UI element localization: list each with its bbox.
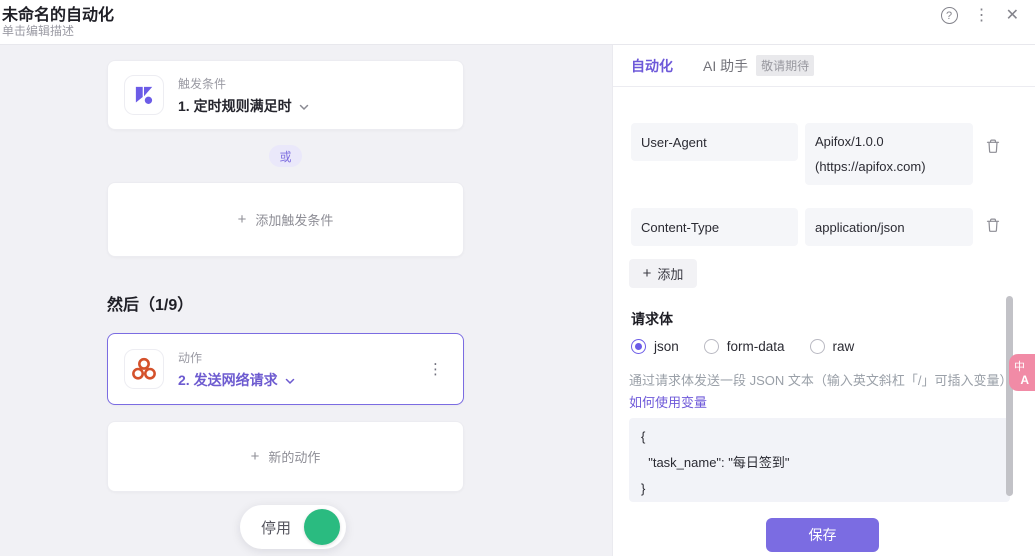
toggle-label: 停用 [261, 517, 291, 538]
code-line: } [641, 476, 998, 502]
more-menu-icon[interactable]: ⋮ [974, 7, 990, 24]
request-body-title: 请求体 [631, 309, 673, 329]
then-heading: 然后（1/9） [107, 291, 193, 315]
window-header-actions: ? ⋮ ✕ [941, 7, 1019, 24]
code-line: "task_name": "每日签到" [641, 450, 998, 476]
tab-ai-assistant-label: AI 助手 [703, 56, 748, 76]
header-value-input[interactable]: application/json [805, 208, 973, 246]
trigger-card[interactable]: 触发条件 1. 定时规则满足时 [107, 60, 464, 130]
add-header-label: 添加 [657, 264, 683, 283]
translate-zh-glyph: 中 [1014, 358, 1025, 374]
header-key-input[interactable]: Content-Type [631, 208, 798, 246]
enable-toggle[interactable]: 停用 [240, 505, 346, 549]
radio-json[interactable]: json [631, 339, 679, 354]
add-action-label: 新的动作 [268, 447, 320, 466]
body-type-radio-group: json form-data raw [631, 339, 854, 354]
add-trigger-label: 添加触发条件 [255, 210, 333, 229]
tab-automation[interactable]: 自动化 [631, 56, 673, 76]
coming-soon-badge: 敬请期待 [756, 55, 814, 76]
delete-header-icon[interactable] [985, 217, 1001, 233]
translate-icon[interactable]: 中 A [1009, 354, 1035, 391]
plus-icon: + [251, 448, 260, 465]
page-subtitle[interactable]: 单击编辑描述 [2, 22, 74, 39]
chevron-down-icon [298, 101, 310, 113]
automation-editor-window: 未命名的自动化 单击编辑描述 ? ⋮ ✕ 触发条件 1. 定时规则满足时 [0, 0, 1035, 556]
trigger-card-value[interactable]: 1. 定时规则满足时 [178, 96, 310, 116]
or-badge: 或 [269, 145, 302, 167]
plus-icon: + [643, 265, 652, 282]
workflow-canvas: 触发条件 1. 定时规则满足时 或 + 添加触发条件 然后（1/9） [0, 45, 612, 556]
plus-icon: + [238, 211, 247, 228]
close-icon[interactable]: ✕ [1006, 7, 1019, 24]
chevron-down-icon [284, 375, 296, 387]
radio-unselected-icon [810, 339, 825, 354]
add-header-button[interactable]: + 添加 [629, 259, 697, 288]
config-panel: 自动化 AI 助手 敬请期待 User-Agent Apifox/1.0.0 (… [612, 45, 1035, 556]
radio-raw[interactable]: raw [810, 339, 855, 354]
header-value-input[interactable]: Apifox/1.0.0 (https://apifox.com) [805, 123, 973, 185]
how-to-use-variables-link[interactable]: 如何使用变量 [629, 395, 707, 410]
code-line: { [641, 424, 998, 450]
toggle-knob-on[interactable] [304, 509, 340, 545]
action-card[interactable]: 动作 2. 发送网络请求 ⋮ [107, 333, 464, 405]
radio-raw-label: raw [833, 339, 855, 354]
radio-form-data-label: form-data [727, 339, 785, 354]
save-button[interactable]: 保存 [766, 518, 879, 552]
radio-form-data[interactable]: form-data [704, 339, 785, 354]
add-trigger-button[interactable]: + 添加触发条件 [107, 182, 464, 257]
header-key-input[interactable]: User-Agent [631, 123, 798, 161]
window-header: 未命名的自动化 单击编辑描述 ? ⋮ ✕ [0, 0, 1035, 45]
body-hint: 通过请求体发送一段 JSON 文本（输入英文斜杠「/」可插入变量）如何使用变量 [629, 370, 1007, 414]
help-icon[interactable]: ? [941, 7, 958, 24]
trigger-app-logo-icon [124, 75, 164, 115]
radio-json-label: json [654, 339, 679, 354]
tab-ai-assistant[interactable]: AI 助手 敬请期待 [703, 55, 814, 76]
action-name: 2. 发送网络请求 [178, 370, 278, 390]
radio-unselected-icon [704, 339, 719, 354]
radio-selected-icon [631, 339, 646, 354]
action-menu-icon[interactable]: ⋮ [428, 334, 443, 404]
translate-a-glyph: A [1020, 373, 1029, 387]
delete-header-icon[interactable] [985, 138, 1001, 154]
webhook-icon [124, 349, 164, 389]
add-action-button[interactable]: + 新的动作 [107, 421, 464, 492]
hint-text: 通过请求体发送一段 JSON 文本（输入英文斜杠「/」可插入变量） [629, 373, 1013, 388]
trigger-card-label: 触发条件 [178, 75, 310, 92]
action-card-value[interactable]: 2. 发送网络请求 [178, 370, 296, 390]
json-body-editor[interactable]: { "task_name": "每日签到" } [629, 418, 1010, 502]
panel-scrollbar[interactable] [1006, 296, 1013, 496]
action-card-label: 动作 [178, 349, 296, 366]
trigger-name: 1. 定时规则满足时 [178, 96, 292, 116]
panel-tabs: 自动化 AI 助手 敬请期待 [613, 45, 1035, 87]
